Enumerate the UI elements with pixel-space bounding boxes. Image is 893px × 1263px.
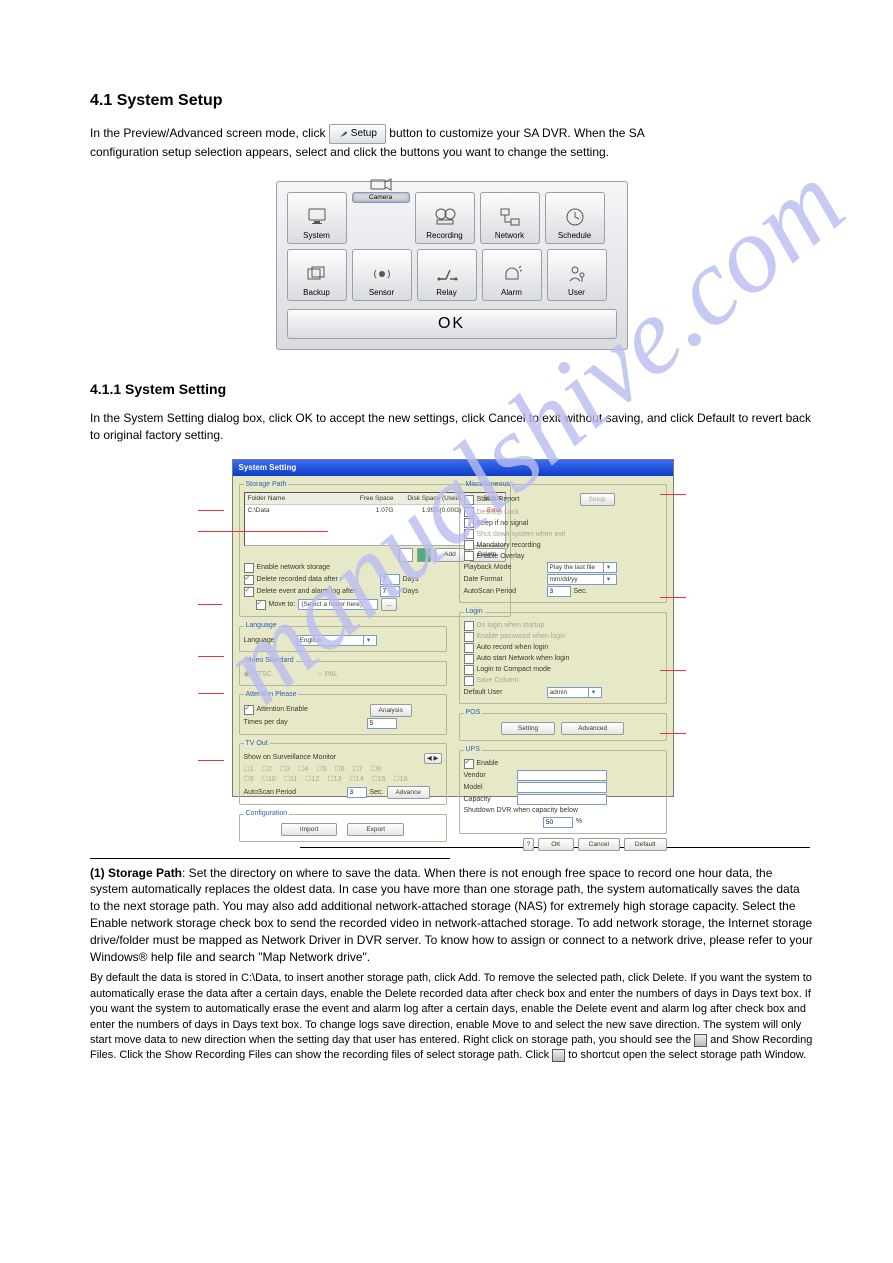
divider xyxy=(90,858,450,859)
window-title: System Setting xyxy=(233,460,673,475)
cb-attention[interactable] xyxy=(244,705,254,715)
group-login: Login Do login when startup Enable passw… xyxy=(459,607,667,704)
ups-pct-input[interactable] xyxy=(543,817,573,828)
network-icon xyxy=(499,207,521,227)
group-language: Language LanguageEnglish▾ xyxy=(239,621,447,652)
analysis-button[interactable]: Analysis xyxy=(370,704,412,717)
disk-icon xyxy=(694,1034,707,1047)
group-config: Configuration ImportExport xyxy=(239,809,447,842)
cb-ar[interactable] xyxy=(464,643,474,653)
import-button[interactable]: Import xyxy=(281,823,337,836)
relay-icon xyxy=(436,265,458,283)
reel-icon xyxy=(434,207,456,227)
tile-sensor[interactable]: Sensor xyxy=(352,249,412,301)
tile-recording[interactable]: Recording xyxy=(415,192,475,244)
monitor-icon xyxy=(306,207,328,227)
tile-schedule[interactable]: Schedule xyxy=(545,192,605,244)
cb-mand[interactable] xyxy=(464,540,474,550)
ups-cap-input[interactable] xyxy=(517,794,607,805)
pbmode-select[interactable]: Play the last file▾ xyxy=(547,562,617,573)
status-setup-button[interactable]: Setup xyxy=(580,493,615,506)
tile-camera[interactable]: Camera xyxy=(352,192,410,203)
tile-user[interactable]: User xyxy=(547,249,607,301)
clock-icon xyxy=(565,207,585,227)
user-icon xyxy=(567,264,587,284)
cb-an[interactable] xyxy=(464,654,474,664)
ok-button[interactable]: OK xyxy=(538,838,573,851)
cb-ups[interactable] xyxy=(464,759,474,769)
help-button[interactable]: ? xyxy=(523,838,535,851)
leader-line xyxy=(660,733,686,734)
intro-text: In the Preview/Advanced screen mode, cli… xyxy=(90,124,813,161)
group-vstd: Video Standard ◉ NTSC○ PAL xyxy=(239,656,447,686)
group-misc: Miscellaneous Status ReportSetup Desktop… xyxy=(459,480,667,604)
subsection-desc: In the System Setting dialog box, click … xyxy=(90,410,813,444)
cb-status[interactable] xyxy=(464,495,474,505)
tv-nav[interactable]: ◀ ▶ xyxy=(424,753,442,764)
setup-panel: System Camera Recording Network Schedule… xyxy=(276,181,628,350)
tile-network[interactable]: Network xyxy=(480,192,540,244)
panel-ok-button[interactable]: OK xyxy=(287,309,617,339)
leader-line xyxy=(198,510,224,511)
cancel-button[interactable]: Cancel xyxy=(578,838,620,851)
backup-icon xyxy=(306,265,328,283)
df-select[interactable]: mm/dd/yy▾ xyxy=(547,574,617,585)
cb-beep[interactable] xyxy=(464,518,474,528)
leader-line xyxy=(198,531,328,532)
camera-icon xyxy=(369,175,393,193)
default-button[interactable]: Default xyxy=(624,838,667,851)
desc-1-foot: By default the data is stored in C:\Data… xyxy=(90,971,813,1063)
path-color2[interactable] xyxy=(417,548,431,562)
path-color[interactable] xyxy=(399,548,413,562)
du-select[interactable]: admin▾ xyxy=(547,687,602,698)
export-button[interactable]: Export xyxy=(347,823,404,836)
leader-line xyxy=(198,760,224,761)
tile-backup[interactable]: Backup xyxy=(287,249,347,301)
days2-input[interactable] xyxy=(380,586,400,597)
tile-alarm[interactable]: Alarm xyxy=(482,249,542,301)
tv-sec-input[interactable] xyxy=(347,787,367,798)
leader-line xyxy=(660,494,686,495)
cb-delrec[interactable] xyxy=(244,575,254,585)
cb-move[interactable] xyxy=(256,600,266,610)
pos-adv-button[interactable]: Advanced xyxy=(561,722,624,735)
leader-line xyxy=(660,597,686,598)
misc-sec-input[interactable] xyxy=(547,586,571,597)
setup-button-inline[interactable]: Setup xyxy=(329,124,386,144)
disk-icon xyxy=(552,1049,565,1062)
subsection-title: 4.1.1 System Setting xyxy=(90,380,813,400)
group-ups: UPS Enable Vendor Model Capacity Shutdow… xyxy=(459,745,667,834)
ups-model-input[interactable] xyxy=(517,782,607,793)
browse-button[interactable]: ... xyxy=(381,598,396,611)
sensor-icon xyxy=(372,264,392,284)
group-pos: POS SettingAdvanced xyxy=(459,708,667,741)
pos-setting-button[interactable]: Setting xyxy=(501,722,555,735)
group-attention: Attention Please Attention EnableAnalysi… xyxy=(239,690,447,735)
tv-adv-button[interactable]: Advance xyxy=(387,786,430,799)
cb-netstorage[interactable] xyxy=(244,563,254,573)
wrench-icon xyxy=(338,129,348,139)
tile-relay[interactable]: Relay xyxy=(417,249,477,301)
cb-ovl[interactable] xyxy=(464,551,474,561)
cb-cm[interactable] xyxy=(464,665,474,675)
times-input[interactable] xyxy=(367,718,397,729)
leader-line xyxy=(198,604,222,605)
leader-line xyxy=(198,693,224,694)
leader-line xyxy=(198,656,224,657)
alarm-icon xyxy=(502,264,522,284)
language-select[interactable]: English▾ xyxy=(297,635,377,646)
tile-system[interactable]: System xyxy=(287,192,347,244)
desc-1: (1) Storage Path: Set the directory on w… xyxy=(90,865,813,966)
ups-vendor-input[interactable] xyxy=(517,770,607,781)
group-tvout: TV Out Show on Surveillance Monitor◀ ▶ ☐… xyxy=(239,739,447,806)
move-select[interactable]: (Select a folder here) xyxy=(298,599,378,610)
system-setting-window: System Setting Storage Path Folder NameF… xyxy=(232,459,674,796)
leader-line xyxy=(660,670,686,671)
section-title: 4.1 System Setup xyxy=(90,90,813,112)
days1-input[interactable] xyxy=(380,574,400,585)
cb-delevt[interactable] xyxy=(244,587,254,597)
